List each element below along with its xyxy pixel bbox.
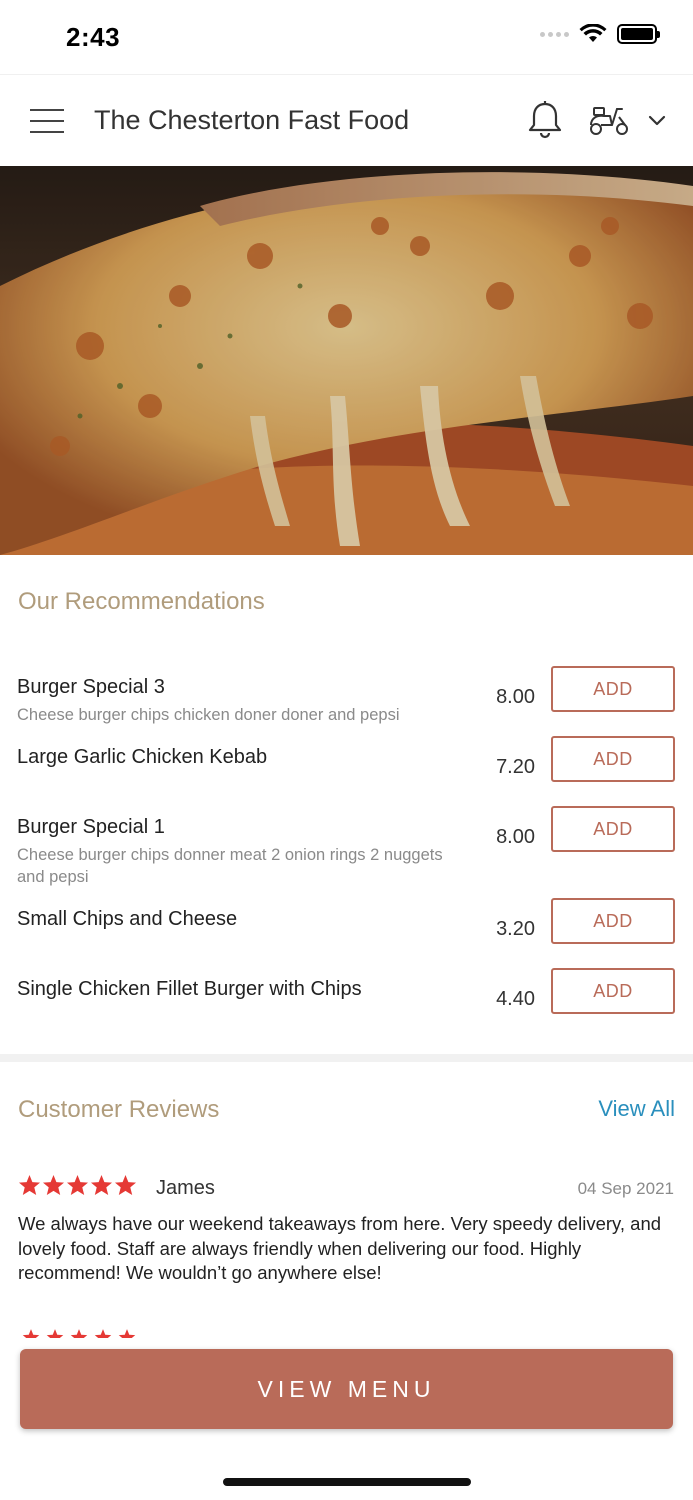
item-name: Single Chicken Fillet Burger with Chips	[17, 978, 362, 1000]
bell-icon[interactable]	[526, 99, 564, 141]
star-icon	[22, 1328, 40, 1338]
add-button[interactable]: ADD	[551, 736, 675, 782]
item-name: Large Garlic Chicken Kebab	[17, 746, 268, 768]
item-price: 3.20	[496, 918, 535, 940]
chevron-down-icon[interactable]	[646, 111, 668, 129]
item-description: Cheese burger chips chicken doner doner …	[17, 706, 400, 724]
add-button[interactable]: ADD	[551, 666, 675, 712]
view-menu-button[interactable]: VIEW MENU	[20, 1349, 673, 1429]
signal-icon	[540, 31, 569, 37]
review-text: We always have our weekend takeaways fro…	[18, 1213, 662, 1283]
status-bar: 2:43	[0, 0, 693, 70]
star-icon	[90, 1174, 113, 1196]
item-price: 7.20	[496, 756, 535, 778]
wifi-icon	[579, 24, 607, 42]
star-icon	[46, 1328, 64, 1338]
status-icons	[540, 24, 660, 44]
star-icon	[70, 1328, 88, 1338]
rating-stars	[22, 1328, 136, 1338]
add-button[interactable]: ADD	[551, 898, 675, 944]
add-button[interactable]: ADD	[551, 806, 675, 852]
app-header: The Chesterton Fast Food	[0, 74, 693, 166]
hamburger-icon[interactable]	[30, 109, 64, 133]
item-price: 8.00	[496, 686, 535, 708]
star-icon	[66, 1174, 89, 1196]
item-description: Cheese burger chips donner meat 2 onion …	[17, 846, 443, 886]
star-icon	[42, 1174, 65, 1196]
item-name: Small Chips and Cheese	[17, 908, 238, 930]
star-icon	[18, 1174, 41, 1196]
home-indicator	[223, 1478, 471, 1486]
scooter-icon[interactable]	[588, 103, 630, 137]
section-divider	[0, 1054, 693, 1062]
star-icon	[114, 1174, 137, 1196]
status-time: 2:43	[66, 22, 121, 52]
item-name: Burger Special 3	[17, 676, 165, 698]
recommendations-title: Our Recommendations	[18, 588, 265, 615]
star-icon	[118, 1328, 136, 1338]
battery-icon	[617, 24, 660, 44]
item-price: 4.40	[496, 988, 535, 1010]
item-price: 8.00	[496, 826, 535, 848]
view-all-link[interactable]: View All	[598, 1096, 675, 1122]
review-date: 04 Sep 2021	[577, 1179, 674, 1198]
rating-stars	[18, 1174, 137, 1196]
star-icon	[94, 1328, 112, 1338]
add-button[interactable]: ADD	[551, 968, 675, 1014]
app-title: The Chesterton Fast Food	[94, 105, 410, 135]
item-name: Burger Special 1	[17, 816, 165, 838]
reviewer-name: James	[156, 1177, 215, 1199]
hero-image	[0, 166, 693, 555]
reviews-title: Customer Reviews	[18, 1096, 220, 1123]
